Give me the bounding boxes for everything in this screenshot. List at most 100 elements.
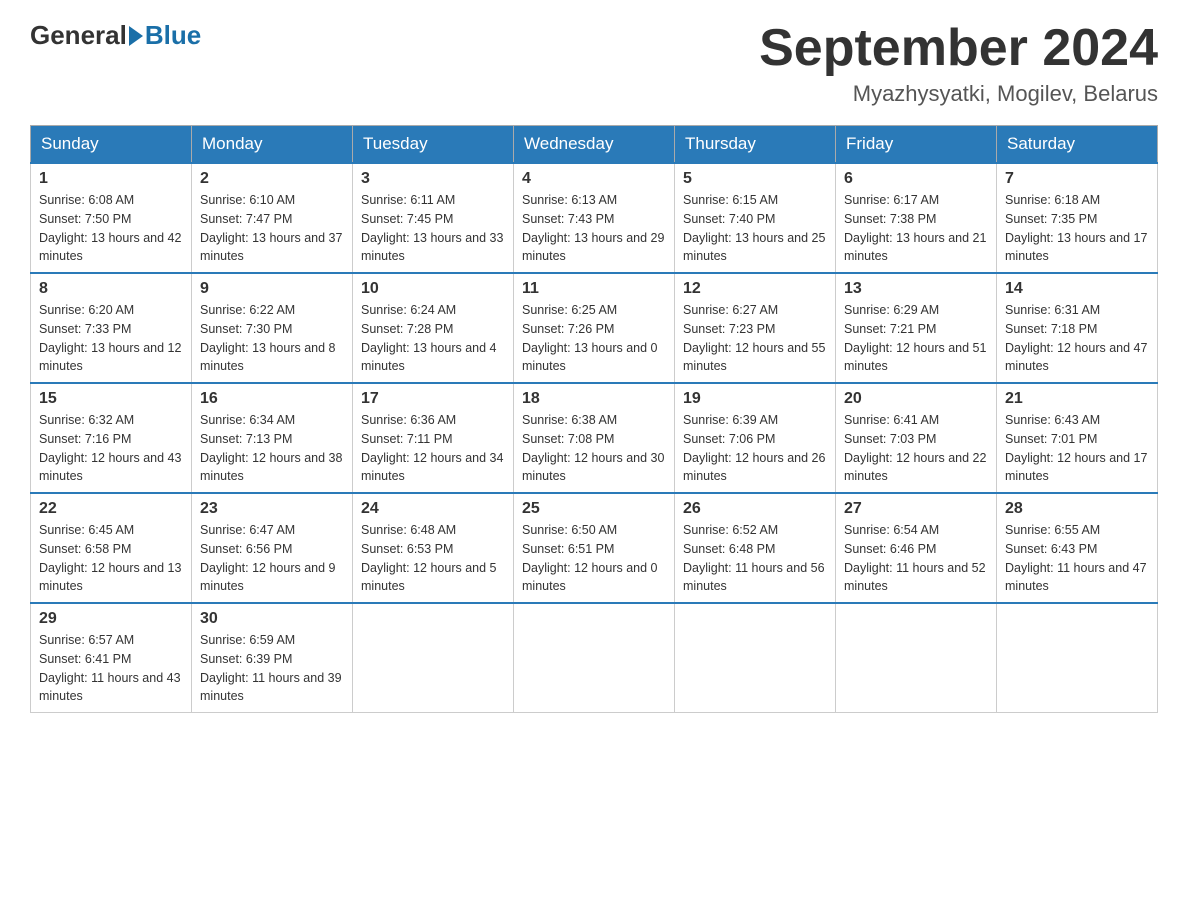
sunrise-label: Sunrise: 6:52 AM	[683, 523, 778, 537]
day-number: 28	[1005, 500, 1149, 518]
sunrise-label: Sunrise: 6:15 AM	[683, 193, 778, 207]
col-monday: Monday	[192, 126, 353, 164]
col-friday: Friday	[836, 126, 997, 164]
day-number: 3	[361, 170, 505, 188]
daylight-label: Daylight: 11 hours and 43 minutes	[39, 671, 181, 704]
sunset-label: Sunset: 7:23 PM	[683, 322, 775, 336]
sunrise-label: Sunrise: 6:10 AM	[200, 193, 295, 207]
table-row: 7 Sunrise: 6:18 AM Sunset: 7:35 PM Dayli…	[997, 163, 1158, 273]
day-number: 30	[200, 610, 344, 628]
sunset-label: Sunset: 7:11 PM	[361, 432, 453, 446]
sunrise-label: Sunrise: 6:29 AM	[844, 303, 939, 317]
day-number: 9	[200, 280, 344, 298]
table-row: 4 Sunrise: 6:13 AM Sunset: 7:43 PM Dayli…	[514, 163, 675, 273]
calendar-week-row: 22 Sunrise: 6:45 AM Sunset: 6:58 PM Dayl…	[31, 493, 1158, 603]
day-number: 8	[39, 280, 183, 298]
day-info: Sunrise: 6:43 AM Sunset: 7:01 PM Dayligh…	[1005, 411, 1149, 486]
sunset-label: Sunset: 7:45 PM	[361, 212, 453, 226]
day-info: Sunrise: 6:32 AM Sunset: 7:16 PM Dayligh…	[39, 411, 183, 486]
sunset-label: Sunset: 7:35 PM	[1005, 212, 1097, 226]
day-info: Sunrise: 6:59 AM Sunset: 6:39 PM Dayligh…	[200, 631, 344, 706]
sunrise-label: Sunrise: 6:59 AM	[200, 633, 295, 647]
table-row: 20 Sunrise: 6:41 AM Sunset: 7:03 PM Dayl…	[836, 383, 997, 493]
daylight-label: Daylight: 12 hours and 51 minutes	[844, 341, 986, 374]
table-row	[353, 603, 514, 713]
daylight-label: Daylight: 13 hours and 0 minutes	[522, 341, 658, 374]
sunrise-label: Sunrise: 6:39 AM	[683, 413, 778, 427]
table-row: 16 Sunrise: 6:34 AM Sunset: 7:13 PM Dayl…	[192, 383, 353, 493]
day-info: Sunrise: 6:50 AM Sunset: 6:51 PM Dayligh…	[522, 521, 666, 596]
col-thursday: Thursday	[675, 126, 836, 164]
day-info: Sunrise: 6:41 AM Sunset: 7:03 PM Dayligh…	[844, 411, 988, 486]
logo-general-text: General	[30, 20, 127, 51]
day-info: Sunrise: 6:08 AM Sunset: 7:50 PM Dayligh…	[39, 191, 183, 266]
day-number: 20	[844, 390, 988, 408]
day-info: Sunrise: 6:29 AM Sunset: 7:21 PM Dayligh…	[844, 301, 988, 376]
sunset-label: Sunset: 6:46 PM	[844, 542, 936, 556]
daylight-label: Daylight: 13 hours and 33 minutes	[361, 231, 503, 264]
page-header: General Blue September 2024 Myazhysyatki…	[30, 20, 1158, 107]
day-number: 14	[1005, 280, 1149, 298]
sunset-label: Sunset: 6:51 PM	[522, 542, 614, 556]
day-number: 5	[683, 170, 827, 188]
table-row	[836, 603, 997, 713]
day-number: 27	[844, 500, 988, 518]
table-row: 22 Sunrise: 6:45 AM Sunset: 6:58 PM Dayl…	[31, 493, 192, 603]
day-number: 1	[39, 170, 183, 188]
daylight-label: Daylight: 13 hours and 12 minutes	[39, 341, 181, 374]
day-number: 23	[200, 500, 344, 518]
day-info: Sunrise: 6:55 AM Sunset: 6:43 PM Dayligh…	[1005, 521, 1149, 596]
table-row: 10 Sunrise: 6:24 AM Sunset: 7:28 PM Dayl…	[353, 273, 514, 383]
day-info: Sunrise: 6:18 AM Sunset: 7:35 PM Dayligh…	[1005, 191, 1149, 266]
day-info: Sunrise: 6:15 AM Sunset: 7:40 PM Dayligh…	[683, 191, 827, 266]
daylight-label: Daylight: 12 hours and 38 minutes	[200, 451, 342, 484]
day-number: 12	[683, 280, 827, 298]
calendar-week-row: 15 Sunrise: 6:32 AM Sunset: 7:16 PM Dayl…	[31, 383, 1158, 493]
sunset-label: Sunset: 7:03 PM	[844, 432, 936, 446]
table-row	[675, 603, 836, 713]
daylight-label: Daylight: 12 hours and 26 minutes	[683, 451, 825, 484]
daylight-label: Daylight: 12 hours and 43 minutes	[39, 451, 181, 484]
day-number: 11	[522, 280, 666, 298]
table-row: 29 Sunrise: 6:57 AM Sunset: 6:41 PM Dayl…	[31, 603, 192, 713]
sunset-label: Sunset: 7:01 PM	[1005, 432, 1097, 446]
daylight-label: Daylight: 11 hours and 39 minutes	[200, 671, 342, 704]
sunset-label: Sunset: 7:13 PM	[200, 432, 292, 446]
sunrise-label: Sunrise: 6:32 AM	[39, 413, 134, 427]
col-sunday: Sunday	[31, 126, 192, 164]
sunset-label: Sunset: 7:18 PM	[1005, 322, 1097, 336]
table-row: 25 Sunrise: 6:50 AM Sunset: 6:51 PM Dayl…	[514, 493, 675, 603]
day-info: Sunrise: 6:48 AM Sunset: 6:53 PM Dayligh…	[361, 521, 505, 596]
sunset-label: Sunset: 6:39 PM	[200, 652, 292, 666]
daylight-label: Daylight: 12 hours and 55 minutes	[683, 341, 825, 374]
day-number: 17	[361, 390, 505, 408]
sunset-label: Sunset: 6:48 PM	[683, 542, 775, 556]
day-info: Sunrise: 6:54 AM Sunset: 6:46 PM Dayligh…	[844, 521, 988, 596]
sunrise-label: Sunrise: 6:20 AM	[39, 303, 134, 317]
day-info: Sunrise: 6:31 AM Sunset: 7:18 PM Dayligh…	[1005, 301, 1149, 376]
day-number: 4	[522, 170, 666, 188]
sunset-label: Sunset: 6:43 PM	[1005, 542, 1097, 556]
sunset-label: Sunset: 6:58 PM	[39, 542, 131, 556]
daylight-label: Daylight: 13 hours and 42 minutes	[39, 231, 181, 264]
table-row: 3 Sunrise: 6:11 AM Sunset: 7:45 PM Dayli…	[353, 163, 514, 273]
sunset-label: Sunset: 6:41 PM	[39, 652, 131, 666]
daylight-label: Daylight: 11 hours and 52 minutes	[844, 561, 986, 594]
sunset-label: Sunset: 7:47 PM	[200, 212, 292, 226]
col-saturday: Saturday	[997, 126, 1158, 164]
sunset-label: Sunset: 7:21 PM	[844, 322, 936, 336]
daylight-label: Daylight: 12 hours and 22 minutes	[844, 451, 986, 484]
sunset-label: Sunset: 7:50 PM	[39, 212, 131, 226]
calendar-title: September 2024	[759, 20, 1158, 77]
daylight-label: Daylight: 13 hours and 17 minutes	[1005, 231, 1147, 264]
sunrise-label: Sunrise: 6:17 AM	[844, 193, 939, 207]
logo-arrow-icon	[129, 26, 143, 46]
sunrise-label: Sunrise: 6:43 AM	[1005, 413, 1100, 427]
day-info: Sunrise: 6:13 AM Sunset: 7:43 PM Dayligh…	[522, 191, 666, 266]
sunrise-label: Sunrise: 6:57 AM	[39, 633, 134, 647]
sunrise-label: Sunrise: 6:13 AM	[522, 193, 617, 207]
sunrise-label: Sunrise: 6:54 AM	[844, 523, 939, 537]
table-row: 17 Sunrise: 6:36 AM Sunset: 7:11 PM Dayl…	[353, 383, 514, 493]
day-number: 21	[1005, 390, 1149, 408]
calendar-title-area: September 2024 Myazhysyatki, Mogilev, Be…	[759, 20, 1158, 107]
